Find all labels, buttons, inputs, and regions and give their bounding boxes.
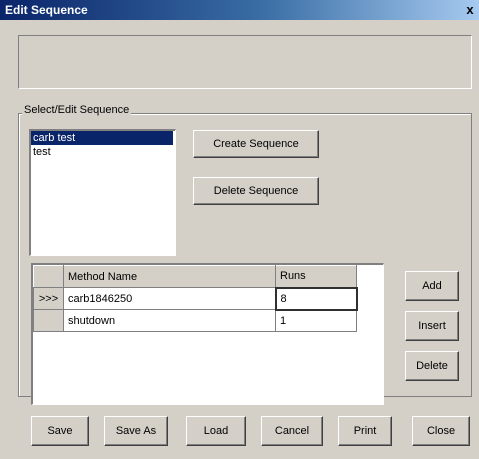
- title-bar[interactable]: Edit Sequence x: [0, 0, 479, 20]
- runs-cell[interactable]: 1: [275, 309, 357, 332]
- load-button[interactable]: Load: [186, 416, 246, 446]
- method-name-cell[interactable]: shutdown: [63, 309, 276, 332]
- sequence-listbox[interactable]: carb test test: [29, 129, 176, 256]
- corner-header: [33, 265, 64, 288]
- header-row: Method Name Runs: [33, 265, 357, 288]
- print-button[interactable]: Print: [338, 416, 392, 446]
- status-panel: [18, 35, 472, 89]
- add-button[interactable]: Add: [405, 271, 459, 301]
- sequence-list-item[interactable]: test: [31, 145, 175, 159]
- row-indicator[interactable]: >>>: [33, 287, 64, 310]
- runs-header[interactable]: Runs: [275, 265, 357, 288]
- close-icon[interactable]: x: [463, 3, 477, 17]
- save-button[interactable]: Save: [31, 416, 89, 446]
- delete-button[interactable]: Delete: [405, 351, 459, 381]
- cancel-button[interactable]: Cancel: [261, 416, 323, 446]
- close-button[interactable]: Close: [412, 416, 470, 446]
- methods-table: Method Name Runs >>> carb1846250 8 shutd…: [33, 265, 358, 332]
- save-as-button[interactable]: Save As: [104, 416, 168, 446]
- window-title: Edit Sequence: [5, 3, 88, 17]
- table-row[interactable]: >>> carb1846250 8: [33, 286, 358, 311]
- row-indicator[interactable]: [33, 309, 64, 332]
- insert-button[interactable]: Insert: [405, 311, 459, 341]
- method-name-cell[interactable]: carb1846250: [63, 287, 276, 310]
- group-label: Select/Edit Sequence: [22, 104, 132, 116]
- runs-cell[interactable]: 8: [274, 286, 358, 311]
- table-row[interactable]: shutdown 1: [33, 309, 357, 332]
- edit-sequence-dialog: Edit Sequence x Select/Edit Sequence car…: [0, 0, 479, 459]
- delete-sequence-button[interactable]: Delete Sequence: [193, 177, 319, 205]
- methods-grid[interactable]: Method Name Runs >>> carb1846250 8 shutd…: [31, 263, 384, 405]
- create-sequence-button[interactable]: Create Sequence: [193, 130, 319, 158]
- method-name-header[interactable]: Method Name: [63, 265, 276, 288]
- sequence-list-item[interactable]: carb test: [31, 131, 173, 145]
